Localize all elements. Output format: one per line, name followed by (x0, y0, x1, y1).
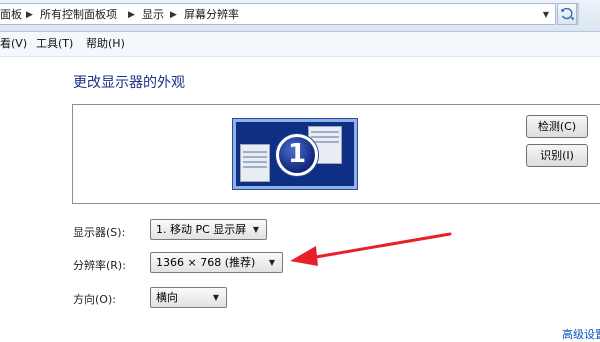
resolution-select-value: 1366 × 768 (推荐) (156, 256, 256, 269)
breadcrumb-item-screen-resolution[interactable]: 屏幕分辨率 (184, 4, 239, 26)
display-select[interactable]: 1. 移动 PC 显示屏 ▼ (150, 219, 267, 240)
annotation-arrow (290, 232, 452, 266)
orientation-select[interactable]: 横向 ▼ (150, 287, 227, 308)
orientation-label: 方向(O): (73, 293, 116, 306)
refresh-icon (560, 7, 574, 20)
breadcrumb-item-display[interactable]: 显示 (142, 4, 164, 26)
resolution-label: 分辨率(R): (73, 259, 126, 272)
monitor-thumbnail[interactable]: 1 (233, 119, 357, 189)
chevron-right-icon[interactable]: ▶ (26, 4, 33, 26)
display-select-value: 1. 移动 PC 显示屏 (156, 223, 247, 236)
chevron-right-icon[interactable]: ▶ (128, 4, 135, 26)
breadcrumb-item-panel[interactable]: 面板 (0, 4, 22, 26)
chevron-down-icon: ▼ (268, 258, 275, 267)
toolbar-divider (577, 3, 579, 25)
chevron-down-icon[interactable]: ▼ (543, 4, 549, 26)
resolution-select[interactable]: 1366 × 768 (推荐) ▼ (150, 252, 283, 273)
address-bar: 面板 ▶ 所有控制面板项 ▶ 显示 ▶ 屏幕分辨率 ▼ (0, 0, 600, 32)
identify-button[interactable]: 识别(I) (526, 144, 588, 167)
window-icon (240, 144, 270, 182)
chevron-down-icon: ▼ (252, 225, 259, 234)
menu-view[interactable]: 看(V) (0, 32, 27, 56)
menu-bar: 看(V) 工具(T) 帮助(H) (0, 32, 600, 57)
breadcrumb[interactable]: 面板 ▶ 所有控制面板项 ▶ 显示 ▶ 屏幕分辨率 ▼ (0, 3, 556, 25)
orientation-select-value: 横向 (156, 291, 178, 304)
refresh-button[interactable] (557, 3, 577, 25)
monitor-number-badge: 1 (276, 134, 318, 176)
breadcrumb-item-all-control-panel[interactable]: 所有控制面板项 (40, 4, 117, 26)
chevron-down-icon: ▼ (212, 293, 219, 302)
detect-button[interactable]: 检测(C) (526, 115, 588, 138)
display-preview-panel: 1 检测(C) 识别(I) (72, 104, 600, 204)
display-label: 显示器(S): (73, 226, 126, 239)
chevron-right-icon[interactable]: ▶ (170, 4, 177, 26)
menu-tools[interactable]: 工具(T) (36, 32, 73, 56)
menu-help[interactable]: 帮助(H) (86, 32, 125, 56)
page-title: 更改显示器的外观 (73, 75, 185, 91)
